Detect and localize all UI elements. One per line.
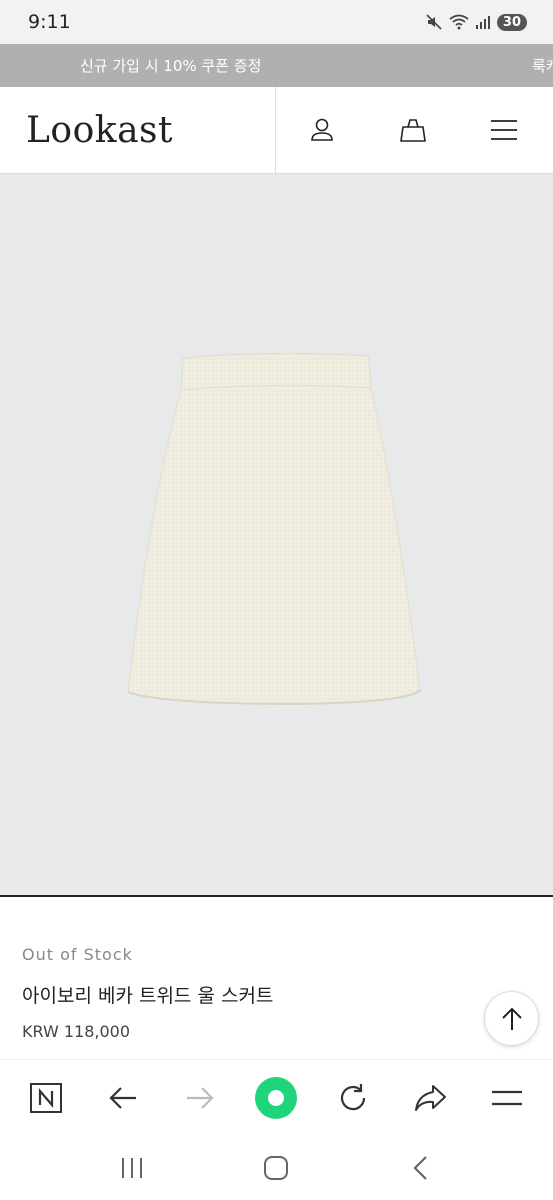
forward-arrow-icon <box>186 1086 214 1109</box>
browser-toolbar <box>0 1059 553 1135</box>
site-logo[interactable]: Lookast <box>0 86 276 174</box>
naver-button[interactable] <box>21 1073 71 1123</box>
menu-icon <box>490 120 517 140</box>
promo-text-next[interactable]: 룩캐 <box>532 55 553 76</box>
shopping-bag-icon <box>399 119 426 142</box>
scroll-top-button[interactable] <box>484 991 539 1046</box>
home-green-icon <box>255 1076 298 1119</box>
recent-apps-icon <box>122 1157 143 1178</box>
skirt-illustration <box>127 352 421 706</box>
back-nav-button[interactable] <box>396 1143 446 1193</box>
refresh-icon <box>341 1083 366 1110</box>
home-green-button[interactable] <box>251 1073 301 1123</box>
share-button[interactable] <box>405 1073 455 1123</box>
product-image[interactable] <box>0 174 553 897</box>
product-price: KRW 118,000 <box>22 1022 131 1041</box>
system-navigation <box>0 1135 553 1200</box>
cart-button[interactable] <box>393 110 433 150</box>
refresh-button[interactable] <box>328 1073 378 1123</box>
user-icon <box>310 118 333 141</box>
battery-level: 30 <box>496 13 527 31</box>
header-actions <box>276 87 553 174</box>
back-icon <box>413 1155 427 1180</box>
back-button[interactable] <box>98 1073 148 1123</box>
home-icon <box>264 1155 289 1180</box>
mute-icon <box>426 14 442 30</box>
naver-n-icon <box>30 1082 63 1113</box>
account-button[interactable] <box>302 110 342 150</box>
status-icons: 30 <box>425 13 527 31</box>
wifi-icon <box>449 14 469 30</box>
menu-button[interactable] <box>484 110 524 150</box>
share-icon <box>414 1084 446 1111</box>
promo-text[interactable]: 신규 가입 시 10% 쿠폰 증정 <box>80 55 261 76</box>
stock-status: Out of Stock <box>22 945 133 964</box>
site-header: Lookast <box>0 86 553 174</box>
product-info: Out of Stock 아이보리 베카 트위드 울 스커트 KRW 118,0… <box>22 945 273 1041</box>
browser-menu-button[interactable] <box>482 1073 532 1123</box>
browser-menu-icon <box>491 1090 522 1105</box>
back-arrow-icon <box>109 1086 137 1109</box>
product-name: 아이보리 베카 트위드 울 스커트 <box>22 985 274 1007</box>
promo-banner[interactable]: 신규 가입 시 10% 쿠폰 증정 룩캐 <box>0 44 553 87</box>
forward-button[interactable] <box>175 1073 225 1123</box>
arrow-up-icon <box>501 1007 522 1030</box>
status-bar: 9:11 30 <box>0 0 553 44</box>
home-button[interactable] <box>251 1143 301 1193</box>
status-time: 9:11 <box>28 11 71 33</box>
signal-icon <box>475 16 490 29</box>
recent-apps-button[interactable] <box>107 1143 157 1193</box>
